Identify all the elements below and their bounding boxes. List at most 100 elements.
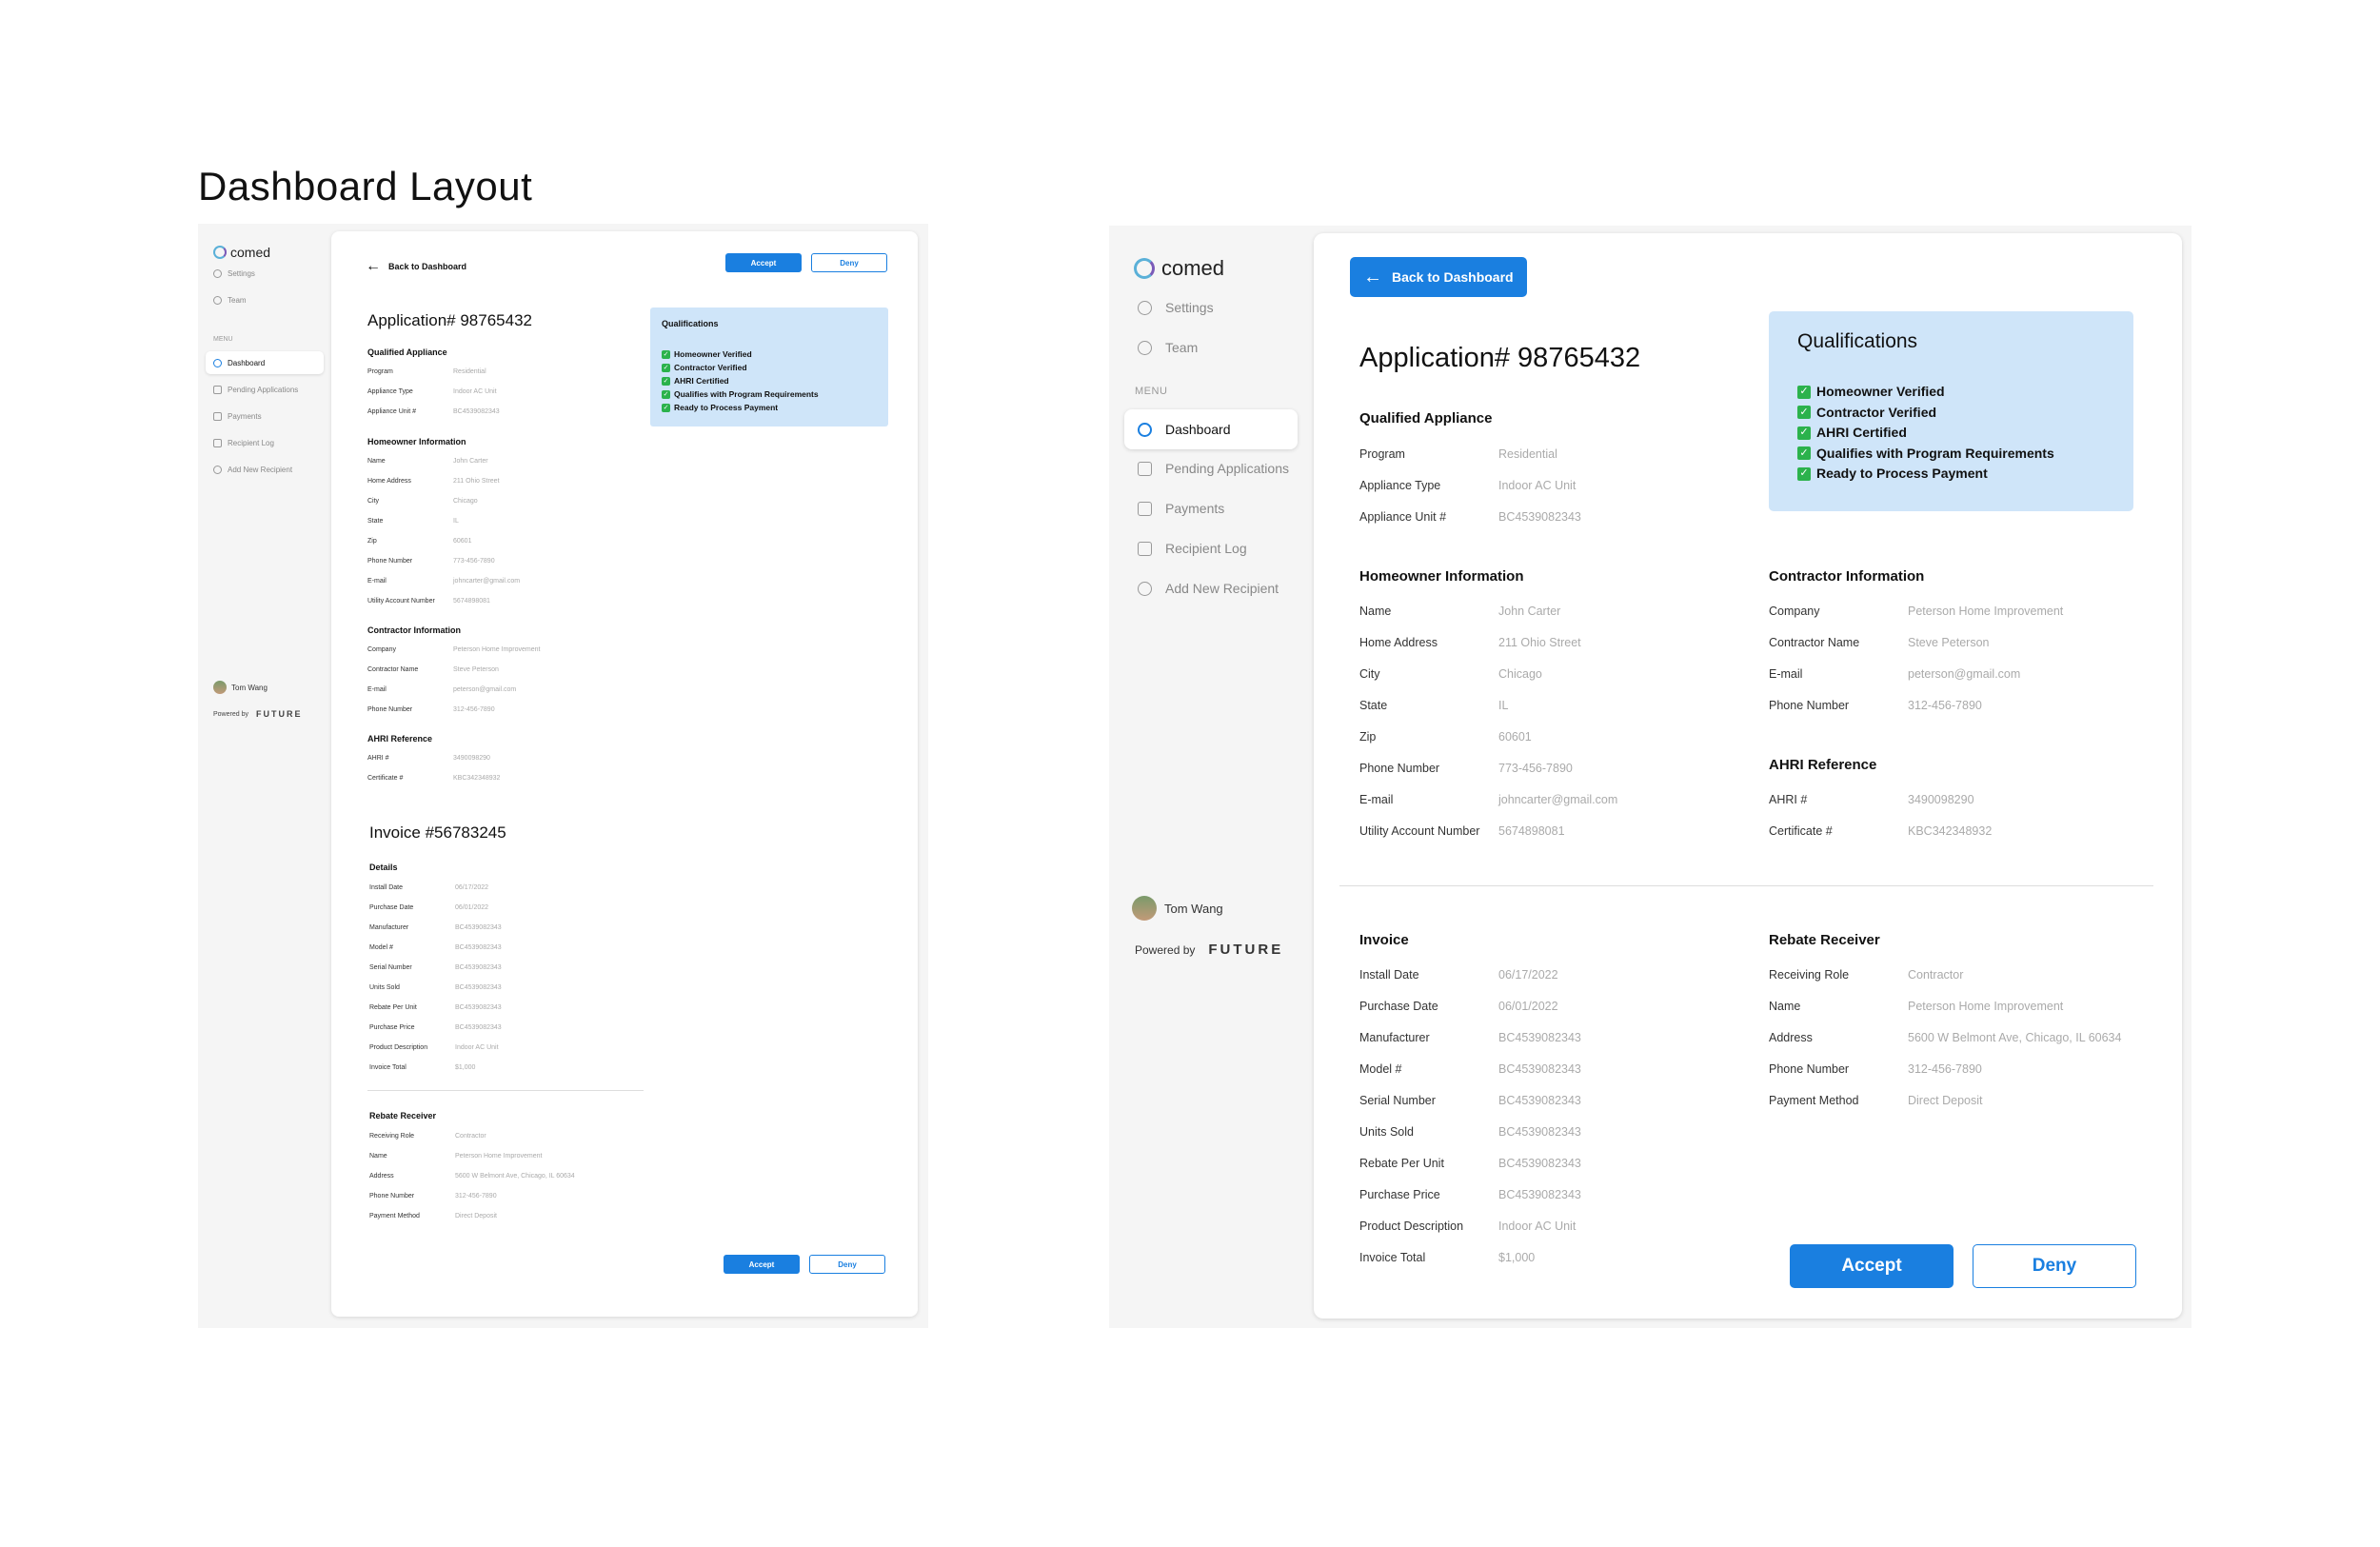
- sidebar-item-add-new-recipient[interactable]: Add New Recipient: [213, 466, 292, 474]
- detail-row: Model # BC4539082343: [1359, 1062, 1581, 1076]
- accept-button[interactable]: Accept: [725, 253, 802, 272]
- payments-icon: [213, 412, 222, 421]
- detail-row: Product Description Indoor AC Unit: [369, 1044, 499, 1051]
- user-profile[interactable]: Tom Wang: [1132, 896, 1223, 921]
- detail-row: Appliance Type Indoor AC Unit: [1359, 479, 1577, 492]
- checkbox-checked-icon: ✓: [662, 376, 670, 386]
- detail-row: Purchase Date 06/01/2022: [369, 904, 489, 911]
- accept-button[interactable]: Accept: [1790, 1244, 1954, 1288]
- checkbox-checked-icon: ✓: [1797, 426, 1811, 440]
- detail-row: E-mail johncarter@gmail.com: [1359, 793, 1618, 806]
- qualification-item: ✓ Qualifies with Program Requirements: [662, 389, 819, 399]
- checkbox-checked-icon: ✓: [1797, 385, 1811, 399]
- back-to-dashboard-link[interactable]: ← Back to Dashboard: [366, 258, 466, 275]
- qualification-item: ✓ AHRI Certified: [662, 376, 729, 386]
- sidebar-item-payments[interactable]: Payments: [1138, 501, 1224, 516]
- sidebar-item-pending-applications[interactable]: Pending Applications: [1138, 461, 1289, 476]
- qualification-item: ✓ AHRI Certified: [1797, 423, 2105, 444]
- detail-row: Company Peterson Home Improvement: [1769, 605, 2064, 618]
- homeowner-heading: Homeowner Information: [367, 437, 466, 446]
- document-icon: [1138, 461, 1152, 476]
- sidebar-item-dashboard[interactable]: Dashboard: [1124, 409, 1298, 449]
- detail-row: Payment Method Direct Deposit: [369, 1213, 497, 1220]
- qualified-appliance-heading: Qualified Appliance: [367, 347, 447, 357]
- arrow-left-icon: ←: [1363, 266, 1382, 288]
- deny-button[interactable]: Deny: [811, 253, 887, 272]
- qualified-appliance-heading: Qualified Appliance: [1359, 410, 1493, 426]
- detail-row: Phone Number 312-456-7890: [369, 1193, 497, 1200]
- main-panel: ← Back to Dashboard Application# 9876543…: [1314, 233, 2182, 1319]
- detail-row: AHRI #3490098290: [367, 755, 490, 762]
- qualification-item: ✓ Ready to Process Payment: [662, 403, 779, 412]
- qualification-item: ✓ Ready to Process Payment: [1797, 464, 2105, 485]
- application-title: Application# 98765432: [367, 311, 532, 329]
- logo-text: comed: [1161, 256, 1225, 280]
- detail-row: Model # BC4539082343: [369, 944, 502, 951]
- detail-row: Serial Number BC4539082343: [1359, 1094, 1581, 1107]
- gear-icon: [213, 269, 222, 278]
- menu-header: MENU: [213, 336, 233, 343]
- contractor-heading: Contractor Information: [367, 625, 461, 635]
- user-profile[interactable]: Tom Wang: [213, 681, 268, 694]
- detail-row: Install Date 06/17/2022: [369, 884, 489, 891]
- logo[interactable]: comed: [213, 245, 270, 260]
- future-logo: FUTURE: [255, 709, 303, 719]
- detail-row: E-mail peterson@gmail.com: [367, 686, 517, 693]
- detail-row: Zip 60601: [1359, 730, 1532, 744]
- deny-button[interactable]: Deny: [1973, 1244, 2136, 1288]
- detail-row: Name Peterson Home Improvement: [369, 1153, 543, 1160]
- detail-row: City Chicago: [1359, 667, 1542, 681]
- back-to-dashboard-button[interactable]: ← Back to Dashboard: [1350, 257, 1527, 297]
- sidebar-item-payments[interactable]: Payments: [213, 412, 262, 421]
- detail-row: Receiving Role Contractor: [369, 1133, 486, 1140]
- logo-icon: [213, 246, 227, 259]
- sidebar-item-settings[interactable]: Settings: [1138, 300, 1214, 315]
- document-icon: [213, 386, 222, 394]
- sidebar-item-recipient-log[interactable]: Recipient Log: [1138, 541, 1247, 556]
- checkbox-checked-icon: ✓: [662, 363, 670, 372]
- detail-row: Certificate # KBC342348932: [1769, 824, 1993, 838]
- user-name: Tom Wang: [1164, 901, 1223, 916]
- detail-row: Phone Number 312-456-7890: [367, 706, 495, 713]
- detail-row: Invoice Total $1,000: [369, 1064, 476, 1071]
- checkbox-checked-icon: ✓: [662, 403, 670, 412]
- add-user-icon: [1138, 581, 1152, 596]
- page-heading: Dashboard Layout: [198, 164, 533, 208]
- logo[interactable]: comed: [1134, 256, 1224, 281]
- sidebar-item-add-new-recipient[interactable]: Add New Recipient: [1138, 581, 1279, 596]
- detail-row: AHRI #3490098290: [1769, 793, 1974, 806]
- invoice-heading: Invoice: [1359, 932, 1409, 948]
- sidebar: comed Settings Team MENU Dashboard Pendi…: [198, 224, 331, 1328]
- detail-row: Program Residential: [1359, 447, 1557, 461]
- powered-by: Powered by FUTURE: [1135, 942, 1284, 958]
- add-user-icon: [213, 466, 222, 474]
- detail-row: Purchase Price BC4539082343: [1359, 1188, 1581, 1201]
- sidebar-item-settings[interactable]: Settings: [213, 269, 255, 278]
- sidebar-item-dashboard[interactable]: Dashboard: [206, 351, 324, 374]
- sidebar-item-team[interactable]: Team: [213, 296, 247, 305]
- qualifications-title: Qualifications: [1797, 330, 1918, 352]
- powered-by: Powered by FUTURE: [213, 709, 303, 719]
- sidebar: comed Settings Team MENU Dashboard Pendi…: [1109, 226, 1314, 1328]
- qualifications-card: Qualifications ✓ Homeowner Verified ✓ Cont…: [650, 307, 888, 426]
- detail-row: Phone Number 312-456-7890: [1769, 1062, 1982, 1076]
- logo-icon: [1134, 258, 1155, 279]
- checkbox-checked-icon: ✓: [1797, 406, 1811, 420]
- compass-icon: [1138, 422, 1152, 437]
- sidebar-item-pending-applications[interactable]: Pending Applications: [213, 386, 298, 394]
- ahri-heading: AHRI Reference: [1769, 757, 1877, 773]
- deny-button-bottom[interactable]: Deny: [809, 1255, 885, 1274]
- user-name: Tom Wang: [231, 683, 268, 692]
- detail-row: Contractor Name Steve Peterson: [1769, 636, 1990, 649]
- sidebar-item-recipient-log[interactable]: Recipient Log: [213, 439, 274, 447]
- detail-row: Purchase Date 06/01/2022: [1359, 1000, 1558, 1013]
- detail-row: Home Address 211 Ohio Street: [367, 478, 500, 485]
- sidebar-item-team[interactable]: Team: [1138, 340, 1198, 355]
- detail-row: Units Sold BC4539082343: [369, 984, 502, 991]
- detail-row: Name John Carter: [367, 458, 488, 465]
- accept-button-bottom[interactable]: Accept: [724, 1255, 800, 1274]
- detail-row: E-mail peterson@gmail.com: [1769, 667, 2021, 681]
- detail-row: Invoice Total $1,000: [1359, 1251, 1536, 1264]
- avatar: [1132, 896, 1157, 921]
- checkbox-checked-icon: ✓: [1797, 466, 1811, 481]
